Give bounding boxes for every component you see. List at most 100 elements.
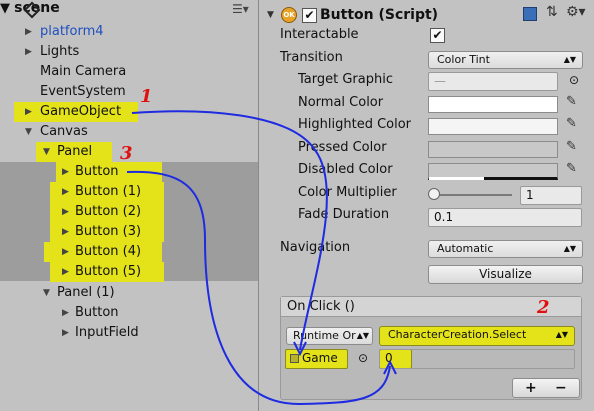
component-enabled-checkbox[interactable]: ✔ [302,8,317,23]
hierarchy-item-button-4[interactable]: ▶ Button (4) [0,242,258,262]
disabled-color-label: Disabled Color [298,162,393,177]
object-picker-icon[interactable]: ⊙ [569,73,579,87]
transition-dropdown[interactable]: Color Tint ▲▼ [428,51,583,69]
add-button[interactable]: + [525,379,537,397]
navigation-dropdown[interactable]: Automatic ▲▼ [428,240,583,258]
collapsed-triangle-icon[interactable]: ▶ [62,303,69,323]
target-graphic-value: — [434,74,446,88]
collapsed-triangle-icon[interactable]: ▶ [25,42,32,62]
dropdown-arrow-icon: ▲▼ [563,55,576,64]
hierarchy-panel: ▼ scene ☰▾ ▶ platform4 ▶ Lights Main Cam… [0,0,259,411]
item-label: Panel (1) [57,285,115,300]
item-label: Button (3) [75,224,142,239]
component-title: Button (Script) [320,7,439,23]
argument-value: 0 [385,351,393,365]
item-label: Button (5) [75,264,142,279]
runtime-value: Runtime Or [293,329,356,342]
target-object-value: Game [302,351,338,365]
presets-icon[interactable]: ⇅ [546,4,558,20]
visualize-button[interactable]: Visualize [428,265,583,284]
hierarchy-item-button-5[interactable]: ▶ Button (5) [0,262,258,282]
eyedropper-icon[interactable]: ✎ [566,116,577,131]
hierarchy-item-eventsystem[interactable]: EventSystem [0,82,258,102]
pressed-color-label: Pressed Color [298,140,387,155]
pressed-color-swatch[interactable] [428,141,558,158]
color-multiplier-value: 1 [526,188,534,202]
hierarchy-item-button[interactable]: ▶ Button [0,162,258,182]
item-label: GameObject [40,104,122,119]
dropdown-arrow-icon: ▲▼ [563,244,576,253]
remove-button[interactable]: − [555,379,567,397]
collapsed-triangle-icon[interactable]: ▶ [25,102,32,122]
function-dropdown[interactable]: CharacterCreation.Select ▲▼ [379,326,575,346]
add-remove-buttons: + − [512,378,580,398]
item-label: Panel [57,144,93,159]
hierarchy-item-canvas[interactable]: ▼ Canvas [0,122,258,142]
collapsed-triangle-icon[interactable]: ▶ [62,222,69,242]
item-label: Button (4) [75,244,142,259]
argument-field[interactable]: 0 [379,349,575,369]
hierarchy-item-panel-1[interactable]: ▼ Panel (1) [0,283,258,303]
target-graphic-field[interactable]: — [428,72,558,91]
expanded-triangle-icon[interactable]: ▼ [25,122,32,142]
fade-duration-field[interactable]: 0.1 [428,208,582,227]
eyedropper-icon[interactable]: ✎ [566,161,577,176]
hierarchy-item-button-1[interactable]: ▶ Button (1) [0,182,258,202]
hierarchy-item-gameobject[interactable]: ▶ GameObject [0,102,258,122]
fade-duration-label: Fade Duration [298,207,390,222]
menu-icon[interactable]: ☰▾ [232,2,249,16]
color-multiplier-slider-track[interactable] [432,194,512,196]
transition-label: Transition [280,50,343,65]
collapsed-triangle-icon[interactable]: ▶ [62,202,69,222]
runtime-dropdown[interactable]: Runtime Or ▲▼ [286,327,373,345]
collapsed-triangle-icon[interactable]: ▶ [62,182,69,202]
fade-duration-value: 0.1 [434,210,454,224]
expanded-triangle-icon[interactable]: ▼ [43,283,50,303]
collapsed-triangle-icon[interactable]: ▶ [62,162,69,182]
normal-color-label: Normal Color [298,95,384,110]
annotation-3: 3 [120,143,133,164]
item-label: InputField [75,325,139,340]
gear-icon[interactable]: ⚙▾ [566,4,586,20]
navigation-label: Navigation [280,240,351,255]
normal-color-swatch[interactable] [428,96,558,113]
color-multiplier-slider-thumb[interactable] [428,188,440,200]
collapsed-triangle-icon[interactable]: ▶ [62,262,69,282]
item-label: platform4 [40,24,104,39]
hierarchy-item-button-3[interactable]: ▶ Button (3) [0,222,258,242]
color-multiplier-label: Color Multiplier [298,185,397,200]
eyedropper-icon[interactable]: ✎ [566,94,577,109]
hierarchy-item-lights[interactable]: ▶ Lights [0,42,258,62]
expanded-triangle-icon[interactable]: ▼ [43,142,50,162]
disabled-color-swatch[interactable] [428,163,558,180]
item-label: Canvas [40,124,88,139]
item-label: EventSystem [40,84,126,99]
item-label: Button [75,305,119,320]
annotation-1: 1 [140,86,153,107]
hierarchy-item-main-camera[interactable]: Main Camera [0,62,258,82]
hierarchy-item-inputfield[interactable]: ▶ InputField [0,323,258,343]
help-book-icon[interactable] [523,7,537,21]
scene-header[interactable]: ▼ scene ☰▾ [0,0,258,22]
transition-value: Color Tint [437,53,490,66]
highlighted-color-label: Highlighted Color [298,117,412,132]
collapsed-triangle-icon[interactable]: ▶ [62,323,69,343]
collapsed-triangle-icon[interactable]: ▶ [25,22,32,42]
target-graphic-label: Target Graphic [298,72,393,87]
hierarchy-item-button-2[interactable]: ▶ Button (2) [0,202,258,222]
expand-triangle-icon[interactable]: ▼ [0,1,10,16]
collapsed-triangle-icon[interactable]: ▶ [62,242,69,262]
item-label: Button (2) [75,204,142,219]
item-label: Button [75,164,119,179]
eyedropper-icon[interactable]: ✎ [566,139,577,154]
highlighted-color-swatch[interactable] [428,118,558,135]
object-picker-icon[interactable]: ⊙ [358,351,368,365]
color-multiplier-field[interactable]: 1 [520,186,582,205]
foldout-triangle-icon[interactable]: ▼ [267,10,274,20]
interactable-checkbox[interactable]: ✔ [430,28,445,43]
dropdown-arrow-icon: ▲▼ [555,330,568,339]
hierarchy-item-platform4[interactable]: ▶ platform4 [0,22,258,42]
script-component-icon: OK [281,7,297,23]
item-label: Lights [40,44,80,59]
hierarchy-item-panel1-button[interactable]: ▶ Button [0,303,258,323]
